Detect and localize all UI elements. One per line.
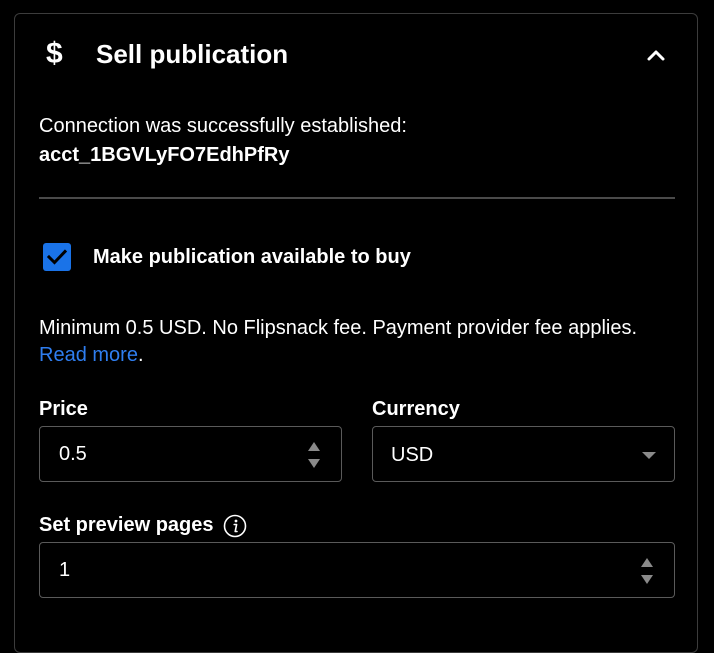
price-label: Price: [39, 398, 88, 420]
preview-pages-field[interactable]: [39, 542, 675, 598]
panel-title: Sell publication: [96, 39, 289, 69]
connection-message: Connection was successfully established:: [39, 115, 407, 137]
price-input[interactable]: [40, 427, 341, 481]
divider: [39, 197, 675, 199]
fee-info: Minimum 0.5 USD. No Flipsnack fee. Payme…: [39, 315, 679, 369]
collapse-button[interactable]: [643, 42, 669, 68]
price-stepper[interactable]: [307, 441, 321, 469]
currency-label: Currency: [372, 398, 460, 420]
preview-pages-label: Set preview pages: [39, 514, 214, 536]
account-id: acct_1BGVLyFO7EdhPfRy: [39, 144, 290, 166]
stepper-down-icon[interactable]: [640, 573, 654, 585]
chevron-up-icon: [647, 50, 665, 61]
stepper-up-icon[interactable]: [640, 557, 654, 569]
price-field[interactable]: [39, 426, 342, 482]
sell-publication-panel: $ Sell publication Connection was succes…: [14, 13, 698, 653]
stepper-down-icon[interactable]: [307, 457, 321, 469]
stepper-up-icon[interactable]: [307, 441, 321, 453]
info-icon[interactable]: [223, 514, 247, 538]
available-to-buy-row[interactable]: Make publication available to buy: [43, 243, 411, 271]
read-more-link[interactable]: Read more: [39, 344, 138, 366]
fee-info-text: Minimum 0.5 USD. No Flipsnack fee. Payme…: [39, 317, 638, 339]
currency-value: USD: [391, 444, 434, 466]
currency-select[interactable]: USD: [372, 426, 675, 482]
dropdown-caret-icon: [642, 452, 656, 459]
preview-pages-stepper[interactable]: [640, 557, 654, 585]
dollar-icon: $: [46, 37, 63, 70]
fee-info-suffix: .: [137, 344, 144, 366]
panel-header[interactable]: $ Sell publication: [15, 14, 697, 96]
available-to-buy-label: Make publication available to buy: [93, 246, 411, 268]
checkmark-icon: [47, 249, 67, 265]
available-to-buy-checkbox[interactable]: [43, 243, 71, 271]
preview-pages-input[interactable]: [40, 543, 674, 597]
